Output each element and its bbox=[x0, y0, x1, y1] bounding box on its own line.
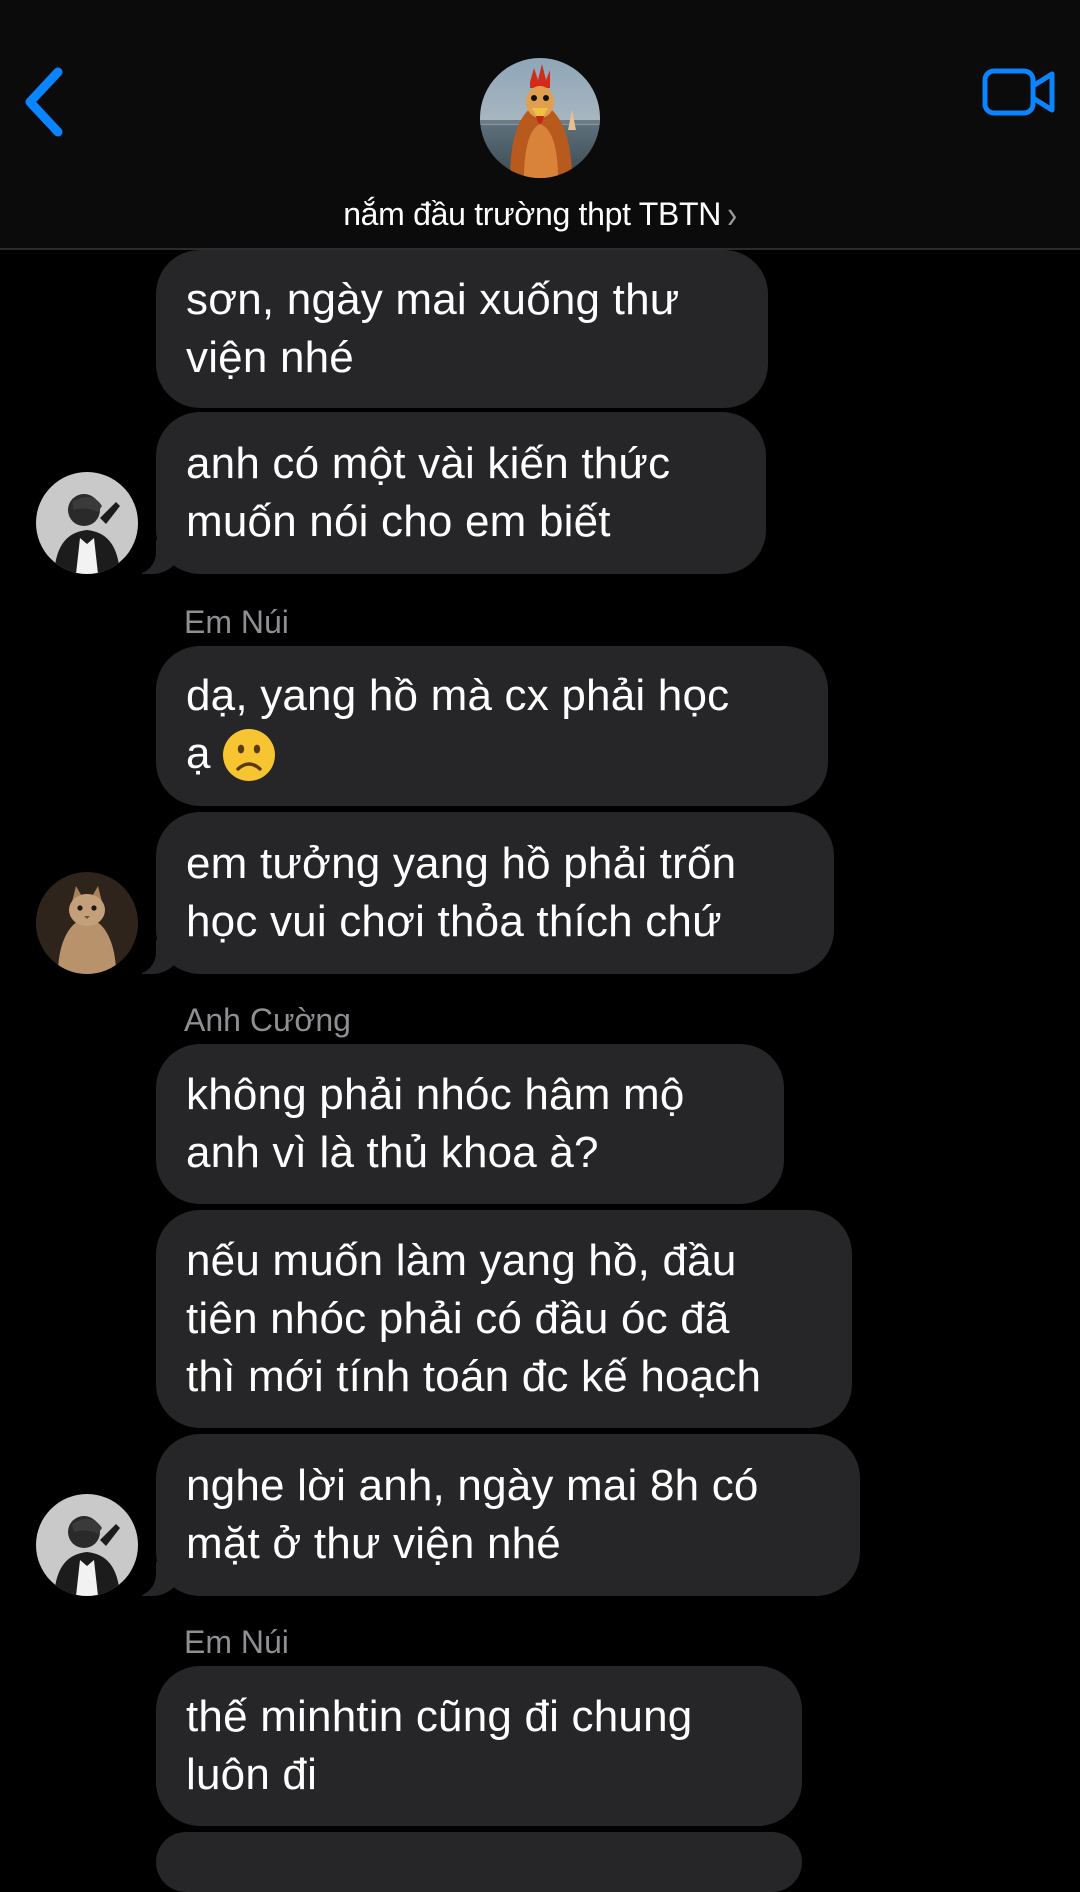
message-text: nghe lời anh, ngày mai 8h có mặt ở thư v… bbox=[186, 1461, 759, 1568]
chevron-right-icon: › bbox=[727, 193, 737, 237]
rooster-image bbox=[480, 58, 600, 178]
message-text: em tưởng yang hồ phải trốn học vui chơi … bbox=[186, 839, 737, 946]
avatar[interactable] bbox=[36, 1494, 138, 1596]
message-text: nếu muốn làm yang hồ, đầu tiên nhóc phải… bbox=[186, 1236, 762, 1401]
user-photo-man-icon bbox=[36, 1494, 138, 1596]
back-button[interactable] bbox=[22, 64, 70, 140]
message-bubble[interactable]: không phải nhóc hâm mộ anh vì là thủ kho… bbox=[156, 1044, 784, 1204]
message-bubble[interactable]: sơn, ngày mai xuống thư viện nhé bbox=[156, 250, 768, 408]
group-avatar[interactable] bbox=[480, 58, 600, 178]
video-call-button[interactable] bbox=[982, 66, 1056, 118]
message-bubble[interactable]: dạ, yang hồ mà cx phải học ạ bbox=[156, 646, 828, 806]
chevron-left-icon bbox=[25, 67, 63, 137]
message-bubble-partial[interactable] bbox=[156, 1832, 802, 1892]
sender-name: Em Núi bbox=[184, 1624, 289, 1660]
chat-header: nắm đầu trường thpt TBTN › bbox=[0, 0, 1080, 250]
video-camera-icon bbox=[982, 68, 1055, 116]
message-text: thế minhtin cũng đi chung luôn đi bbox=[186, 1692, 693, 1799]
message-bubble[interactable]: thế minhtin cũng đi chung luôn đi bbox=[156, 1666, 802, 1826]
frowning-face-emoji-icon bbox=[222, 728, 275, 781]
message-text: không phải nhóc hâm mộ anh vì là thủ kho… bbox=[186, 1070, 685, 1177]
sender-name: Em Núi bbox=[184, 604, 289, 640]
user-photo-man-icon bbox=[36, 472, 138, 574]
message-text: anh có một vài kiến thức muốn nói cho em… bbox=[186, 439, 671, 546]
message-bubble[interactable]: nếu muốn làm yang hồ, đầu tiên nhóc phải… bbox=[156, 1210, 852, 1428]
sender-name: Anh Cường bbox=[184, 1002, 351, 1038]
message-text: dạ, yang hồ mà cx phải học ạ bbox=[186, 667, 729, 784]
user-photo-cat-icon bbox=[36, 872, 138, 974]
message-text: sơn, ngày mai xuống thư viện nhé bbox=[186, 275, 680, 382]
avatar[interactable] bbox=[36, 872, 138, 974]
message-bubble[interactable]: nghe lời anh, ngày mai 8h có mặt ở thư v… bbox=[128, 1434, 860, 1596]
group-name-button[interactable]: nắm đầu trường thpt TBTN › bbox=[0, 194, 1080, 237]
message-bubble[interactable]: anh có một vài kiến thức muốn nói cho em… bbox=[128, 412, 766, 574]
group-name-text: nắm đầu trường thpt TBTN bbox=[343, 196, 722, 232]
message-bubble[interactable]: em tưởng yang hồ phải trốn học vui chơi … bbox=[128, 812, 834, 974]
avatar[interactable] bbox=[36, 472, 138, 574]
